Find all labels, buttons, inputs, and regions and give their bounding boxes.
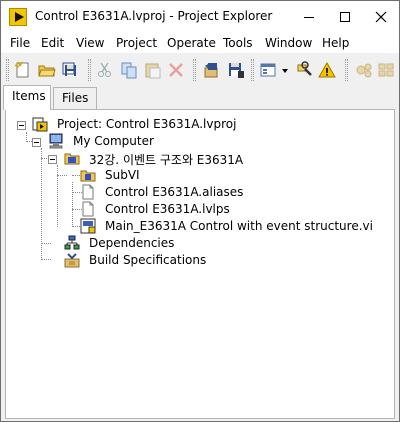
save-all-icon[interactable] (62, 61, 80, 79)
build-icon[interactable] (203, 61, 221, 79)
wrench-icon[interactable] (296, 61, 314, 79)
deploy-icon[interactable] (355, 61, 373, 79)
title-bar[interactable]: Control E3631A.lvproj - Project Explorer (1, 1, 399, 33)
new-icon[interactable] (14, 61, 32, 79)
toolbar (1, 55, 399, 85)
tree-connector (41, 259, 51, 260)
minimize-button[interactable] (291, 1, 327, 33)
close-icon (375, 11, 387, 23)
window-title: Control E3631A.lvproj - Project Explorer (35, 9, 273, 23)
tab-strip: Items Files (1, 85, 399, 110)
project-explorer-window: Control E3631A.lvproj - Project Explorer… (0, 0, 400, 422)
menu-tools[interactable]: Tools (223, 36, 253, 50)
delete-icon[interactable] (167, 61, 185, 79)
folder-label[interactable]: 32강. 이벤트 구조와 E3631A (89, 151, 243, 168)
build-specifications-label[interactable]: Build Specifications (89, 253, 206, 267)
menu-window[interactable]: Window (265, 36, 312, 50)
toolbar-grip[interactable] (6, 59, 9, 81)
toolbar-grip[interactable] (345, 59, 348, 81)
cut-icon[interactable] (96, 61, 114, 79)
collapse-folder-expander[interactable] (48, 155, 57, 164)
tree-connector (41, 243, 51, 244)
toolbar-grip[interactable] (251, 59, 254, 81)
maximize-button[interactable] (327, 1, 363, 33)
dependencies-icon (64, 235, 80, 250)
collapse-my-computer-expander[interactable] (32, 138, 41, 147)
menu-operate[interactable]: Operate (167, 36, 216, 50)
open-icon[interactable] (38, 61, 56, 79)
auto-folder-icon (64, 153, 80, 165)
tab-items[interactable]: Items (3, 85, 51, 110)
toolbar-grip[interactable] (193, 59, 196, 81)
chevron-down-icon[interactable] (280, 61, 290, 79)
my-computer-label[interactable]: My Computer (73, 134, 154, 148)
toolbar-grip[interactable] (88, 59, 91, 81)
view-dropdown-icon[interactable] (260, 61, 278, 79)
minimize-icon (304, 16, 314, 18)
tree-item-label[interactable]: Main_E3631A Control with event structure… (105, 219, 373, 233)
project-tree[interactable]: Project: Control E3631A.lvproj My Comput… (5, 109, 395, 419)
file-icon (82, 201, 94, 217)
computer-icon (49, 133, 63, 149)
file-icon (82, 184, 94, 200)
paste-icon[interactable] (144, 61, 162, 79)
tree-item-label[interactable]: Control E3631A.aliases (105, 185, 243, 199)
menu-project[interactable]: Project (116, 36, 157, 50)
collapse-project-expander[interactable] (17, 121, 26, 130)
deploy-all-icon[interactable] (377, 61, 395, 79)
labview-app-icon (9, 8, 27, 26)
maximize-icon (340, 12, 350, 22)
build-specifications-icon (64, 253, 80, 268)
project-icon (32, 117, 48, 132)
folder-icon (80, 170, 96, 182)
dependencies-label[interactable]: Dependencies (89, 236, 174, 250)
vi-icon (80, 218, 96, 234)
menu-file[interactable]: File (10, 36, 30, 50)
menu-help[interactable]: Help (322, 36, 349, 50)
close-button[interactable] (363, 1, 399, 33)
warning-icon[interactable] (318, 61, 336, 79)
tab-files[interactable]: Files (53, 87, 97, 109)
menu-view[interactable]: View (76, 36, 104, 50)
tree-item-label[interactable]: SubVI (105, 168, 140, 182)
project-root-label[interactable]: Project: Control E3631A.lvproj (57, 117, 236, 131)
tree-item-label[interactable]: Control E3631A.lvlps (105, 202, 230, 216)
tree-connector (72, 182, 73, 227)
tree-connector (57, 175, 67, 176)
save-build-icon[interactable] (227, 61, 245, 79)
menu-bar: File Edit View Project Operate Tools Win… (1, 33, 399, 53)
menu-edit[interactable]: Edit (41, 36, 64, 50)
copy-icon[interactable] (120, 61, 138, 79)
